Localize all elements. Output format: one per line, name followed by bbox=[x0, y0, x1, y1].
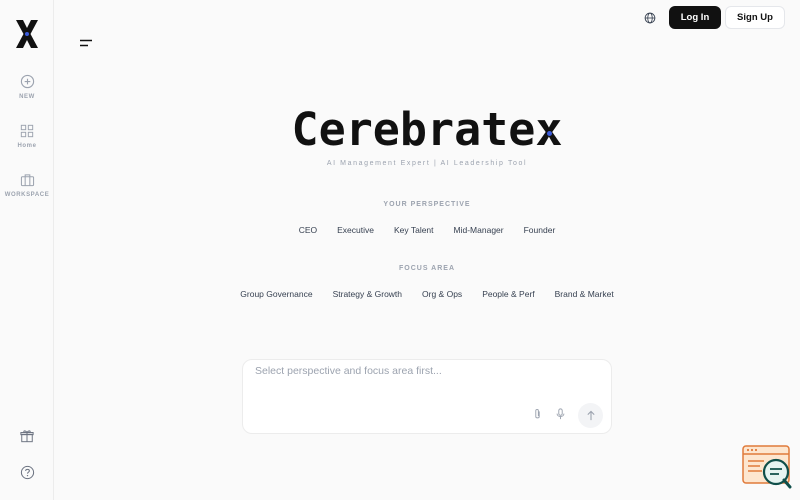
brand-block: Cerebratex AI Management Expert | AI Lea… bbox=[54, 102, 800, 167]
perspective-option-key-talent[interactable]: Key Talent bbox=[384, 222, 444, 238]
send-button[interactable] bbox=[578, 403, 603, 428]
gift-button[interactable] bbox=[0, 429, 54, 443]
perspective-option-ceo[interactable]: CEO bbox=[289, 222, 327, 238]
help-button[interactable] bbox=[0, 465, 54, 480]
focus-title: FOCUS AREA bbox=[398, 265, 456, 272]
gift-icon bbox=[20, 430, 34, 443]
focus-option-strategy[interactable]: Strategy & Growth bbox=[323, 286, 412, 302]
chat-input[interactable] bbox=[255, 365, 595, 393]
focus-option-governance[interactable]: Group Governance bbox=[230, 286, 322, 302]
focus-option-org-ops[interactable]: Org & Ops bbox=[412, 286, 472, 302]
briefcase-icon bbox=[20, 174, 34, 187]
brand-title: Cerebratex bbox=[292, 102, 563, 158]
perspective-option-founder[interactable]: Founder bbox=[514, 222, 566, 238]
support-chat-icon[interactable] bbox=[742, 445, 792, 489]
chat-input-box bbox=[242, 359, 612, 434]
sidebar-item-label: NEW bbox=[19, 94, 35, 100]
focus-options: Group Governance Strategy & Growth Org &… bbox=[54, 286, 800, 302]
sidebar: NEW Home WORKSPACE bbox=[0, 0, 54, 500]
sidebar-item-label: Home bbox=[17, 143, 37, 149]
perspective-options: CEO Executive Key Talent Mid-Manager Fou… bbox=[54, 222, 800, 238]
perspective-option-mid-manager[interactable]: Mid-Manager bbox=[444, 222, 514, 238]
logo-icon[interactable] bbox=[14, 19, 40, 49]
sidebar-item-label: WORKSPACE bbox=[4, 192, 50, 198]
language-button[interactable] bbox=[639, 7, 661, 29]
microphone-icon[interactable] bbox=[555, 408, 566, 420]
focus-option-people[interactable]: People & Perf bbox=[472, 286, 544, 302]
sidebar-item-workspace[interactable]: WORKSPACE bbox=[0, 173, 54, 198]
sidebar-item-new[interactable]: NEW bbox=[0, 74, 54, 100]
grid-icon bbox=[20, 124, 34, 138]
perspective-option-executive[interactable]: Executive bbox=[327, 222, 384, 238]
globe-icon bbox=[644, 12, 656, 24]
brand-tagline: AI Management Expert | AI Leadership Too… bbox=[326, 160, 528, 167]
paperclip-icon[interactable] bbox=[532, 408, 543, 420]
login-button[interactable]: Log In bbox=[669, 6, 721, 29]
perspective-title: YOUR PERSPECTIVE bbox=[383, 201, 471, 208]
help-icon bbox=[20, 465, 34, 480]
sidebar-item-home[interactable]: Home bbox=[0, 124, 54, 149]
menu-toggle-icon[interactable] bbox=[78, 36, 94, 50]
arrow-up-icon bbox=[586, 410, 595, 421]
brand-name: Cerebratex bbox=[291, 103, 563, 156]
plus-circle-icon bbox=[20, 74, 34, 89]
signup-button[interactable]: Sign Up bbox=[725, 6, 785, 29]
focus-option-brand[interactable]: Brand & Market bbox=[545, 286, 624, 302]
